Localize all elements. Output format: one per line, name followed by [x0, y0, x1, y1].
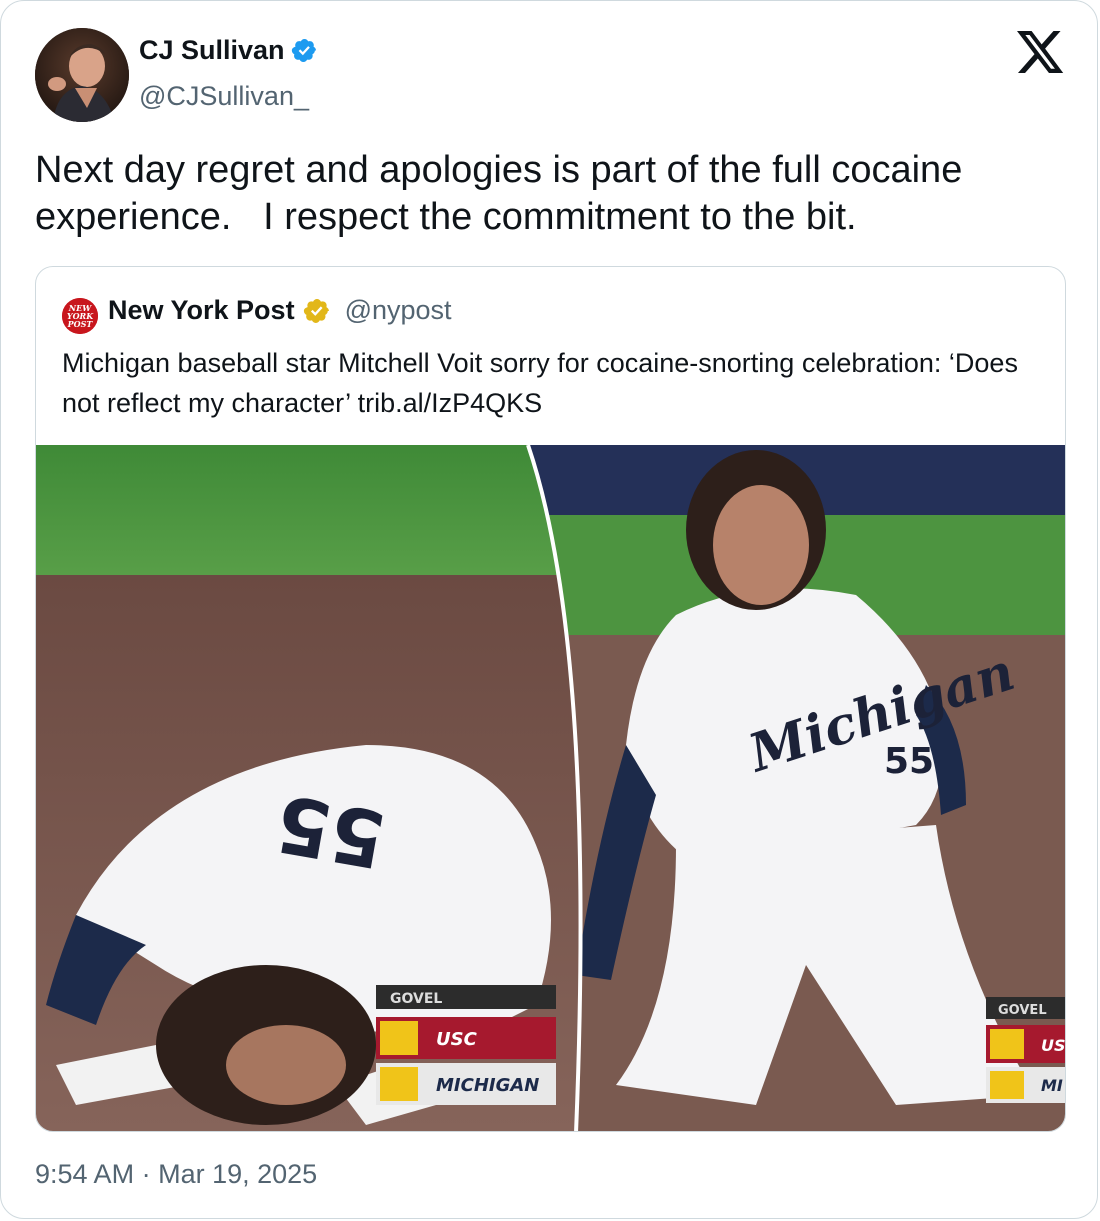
tweet-timestamp[interactable]: 9:54 AM · Mar 19, 2025 [35, 1159, 317, 1190]
timestamp-separator: · [141, 1159, 151, 1189]
author-avatar[interactable] [35, 28, 129, 122]
timestamp-time: 9:54 AM [35, 1159, 135, 1189]
gold-verified-badge-icon [303, 298, 329, 323]
scoreboard-team2-right: MI [1041, 1076, 1063, 1095]
quoted-author-name[interactable]: New York Post [108, 295, 295, 326]
quoted-tweet-text: Michigan baseball star Mitchell Voit sor… [62, 348, 1018, 418]
svg-text:POST: POST [67, 319, 94, 329]
quoted-author-handle[interactable]: @nypost [345, 295, 452, 326]
scoreboard-network-right: GOVEL [998, 1003, 1047, 1018]
scoreboard-team2-left: MICHIGAN [436, 1075, 539, 1096]
right-photo-panel: Michigan 55 GOVEL US MI [528, 445, 1066, 1131]
quoted-tweet[interactable]: NEW YORK POST New York Post @nypost Mich… [35, 266, 1066, 1132]
verified-badge-icon [291, 38, 316, 63]
avatar-photo [35, 28, 129, 122]
scoreboard-team1-right: US [1041, 1036, 1066, 1055]
timestamp-date: Mar 19, 2025 [158, 1159, 318, 1189]
author-name[interactable]: CJ Sullivan [139, 35, 285, 66]
tweet-text: Next day regret and apologies is part of… [35, 149, 973, 238]
scoreboard-team1-left: USC [436, 1029, 478, 1050]
left-photo-panel: 55 GOVEL USC MICHIGAN [36, 445, 581, 1131]
x-logo-icon[interactable] [1017, 31, 1065, 75]
jersey-number-text: 55 [884, 741, 934, 782]
scoreboard-network-left: GOVEL [390, 991, 442, 1007]
quoted-tweet-media-image[interactable]: 55 GOVEL USC MICHIGAN Michigan 55 GOVEL … [36, 445, 1066, 1132]
tweet-card: CJ Sullivan @CJSullivan_ Next day regret… [0, 0, 1098, 1219]
svg-text:55: 55 [269, 776, 392, 883]
nypost-logo-icon: NEW YORK POST [62, 298, 98, 334]
author-handle[interactable]: @CJSullivan_ [139, 81, 309, 112]
